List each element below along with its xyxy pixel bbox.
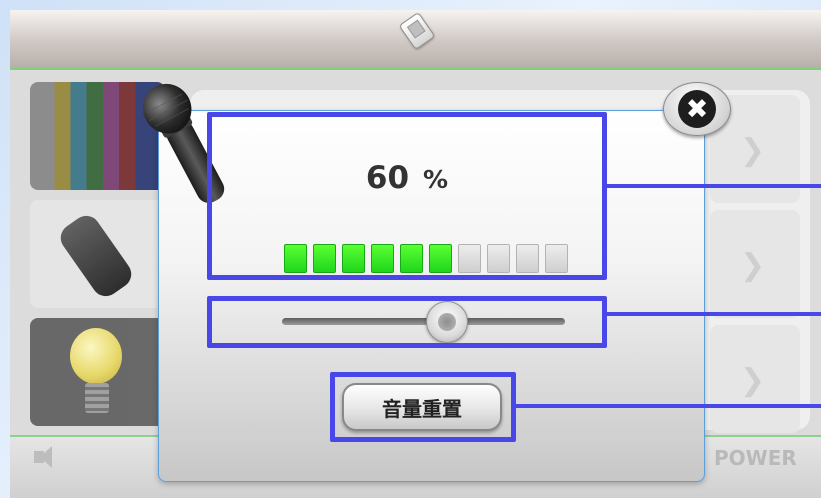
sidebar-item-remote[interactable] (30, 200, 165, 308)
device-row-chevron-2[interactable]: ❯ (710, 210, 800, 318)
highlight-volume-slider (207, 296, 607, 348)
speaker-icon[interactable] (34, 446, 52, 468)
power-label[interactable]: POWER (714, 446, 797, 470)
leader-line-slider (607, 312, 821, 316)
leader-line-display (607, 184, 821, 188)
leader-line-reset (516, 404, 821, 408)
highlight-reset-button (330, 372, 516, 442)
close-button[interactable]: ✖ (663, 82, 731, 136)
light-bulb-icon (70, 328, 122, 384)
close-icon: ✖ (678, 90, 716, 128)
remote-icon (55, 210, 137, 302)
chevron-right-icon: ❯ (740, 363, 766, 398)
highlight-volume-display (207, 112, 607, 280)
light-bulb-base (85, 383, 109, 413)
chevron-right-icon: ❯ (740, 133, 766, 168)
chevron-right-icon: ❯ (740, 248, 766, 283)
device-row-chevron-3[interactable]: ❯ (710, 325, 800, 433)
sidebar-item-light[interactable] (30, 318, 165, 426)
